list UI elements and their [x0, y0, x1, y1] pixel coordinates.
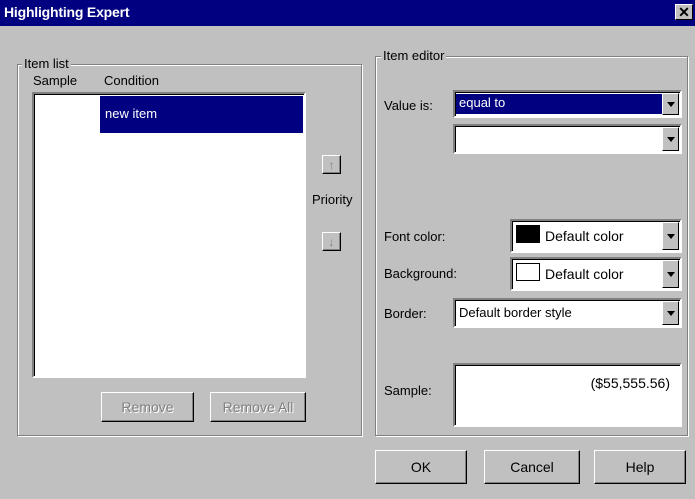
value-is-dropdown[interactable]: equal to — [453, 90, 682, 118]
help-button[interactable]: Help — [594, 450, 686, 484]
remove-label: Remove — [121, 399, 174, 415]
border-label: Border: — [384, 306, 427, 321]
border-text: Default border style — [459, 305, 572, 320]
column-header-condition: Condition — [104, 73, 159, 88]
item-list-box[interactable]: new item — [32, 92, 306, 378]
list-item-selected[interactable]: new item — [100, 96, 303, 133]
background-dropdown[interactable]: Default color — [510, 257, 682, 291]
close-icon: ✕ — [678, 4, 690, 20]
title-bar: Highlighting Expert ✕ — [0, 0, 695, 26]
priority-down-button[interactable]: ↓ — [322, 232, 341, 251]
arrow-up-icon: ↑ — [328, 157, 335, 172]
chevron-down-icon[interactable] — [662, 301, 679, 325]
chevron-down-icon[interactable] — [662, 93, 679, 115]
background-label: Background: — [384, 266, 457, 281]
font-color-swatch — [516, 225, 540, 243]
chevron-down-icon[interactable] — [662, 127, 679, 151]
border-dropdown[interactable]: Default border style — [453, 298, 682, 328]
sample-preview: ($55,555.56) — [453, 363, 682, 427]
value-is-label: Value is: — [384, 98, 433, 113]
ok-label: OK — [410, 459, 432, 475]
value-2-dropdown[interactable] — [453, 124, 682, 154]
font-color-text: Default color — [545, 228, 624, 244]
cancel-button[interactable]: Cancel — [484, 450, 580, 484]
column-header-sample: Sample — [33, 73, 78, 88]
remove-all-label: Remove All — [222, 399, 294, 415]
help-label: Help — [625, 459, 655, 475]
arrow-down-icon: ↓ — [328, 234, 335, 249]
font-color-label: Font color: — [384, 229, 446, 244]
sample-value: ($55,555.56) — [590, 375, 670, 391]
priority-up-button[interactable]: ↑ — [322, 155, 341, 174]
priority-label: Priority — [312, 192, 353, 207]
sample-label: Sample: — [384, 383, 432, 398]
ok-button[interactable]: OK — [375, 450, 467, 484]
background-swatch — [516, 263, 540, 281]
remove-all-button[interactable]: Remove All — [210, 392, 306, 422]
chevron-down-icon[interactable] — [662, 222, 679, 250]
background-text: Default color — [545, 266, 624, 282]
item-editor-legend: Item editor — [381, 48, 447, 63]
window-title: Highlighting Expert — [4, 4, 130, 20]
chevron-down-icon[interactable] — [662, 260, 679, 288]
item-list-legend: Item list — [22, 56, 71, 71]
font-color-dropdown[interactable]: Default color — [510, 219, 682, 253]
cancel-label: Cancel — [510, 459, 554, 475]
close-button[interactable]: ✕ — [675, 4, 693, 20]
list-item-condition: new item — [105, 106, 158, 121]
value-is-text: equal to — [459, 95, 506, 110]
remove-button[interactable]: Remove — [101, 392, 194, 422]
